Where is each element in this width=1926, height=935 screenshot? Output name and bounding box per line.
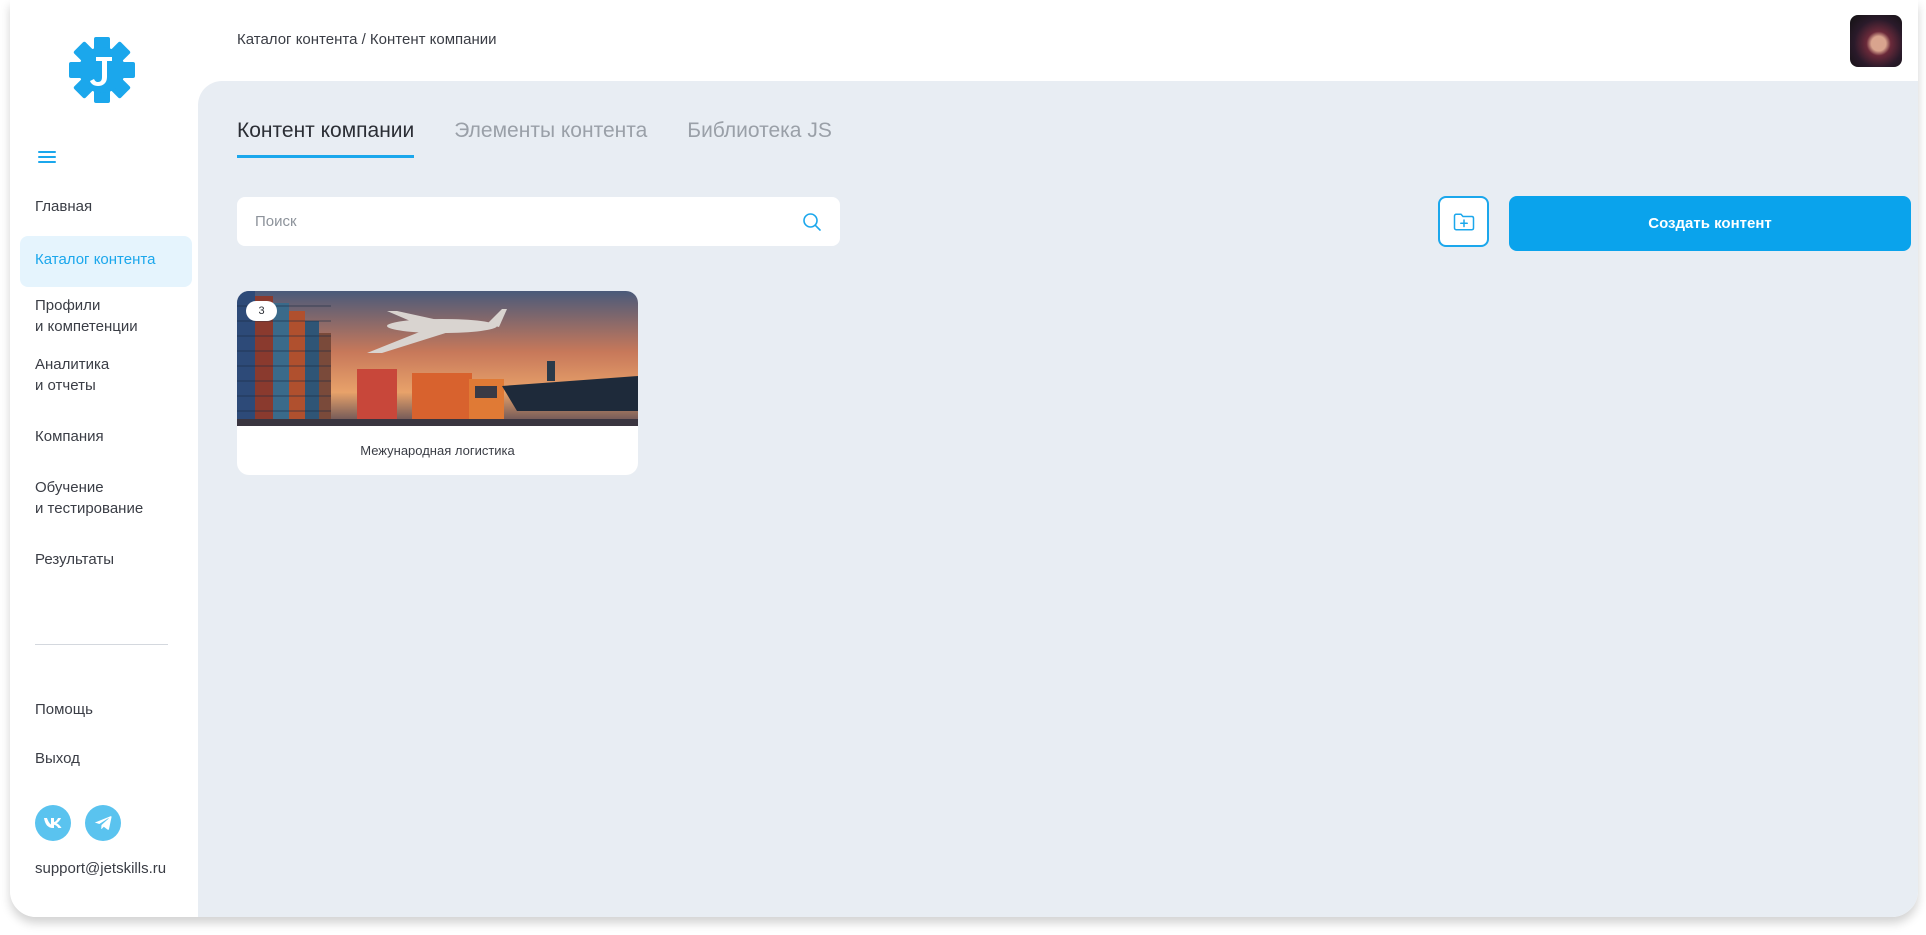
sidebar-item-profiles[interactable]: Профили и компетенции: [20, 295, 192, 337]
sidebar-item-results[interactable]: Результаты: [20, 549, 192, 570]
main-content: Контент компании Элементы контента Библи…: [198, 81, 1918, 917]
sidebar-item-label: Компания: [35, 428, 104, 445]
search-icon[interactable]: [802, 212, 822, 232]
sidebar-item-label: Каталог контента: [35, 251, 156, 268]
content-tabs: Контент компании Элементы контента Библи…: [237, 119, 832, 158]
sidebar-item-label: Аналитика: [35, 356, 110, 373]
sidebar-item-label: Профили: [35, 297, 101, 314]
sidebar-item-analytics[interactable]: Аналитика и отчеты: [20, 354, 192, 396]
create-content-button[interactable]: Создать контент: [1509, 196, 1911, 251]
menu-toggle-icon[interactable]: [38, 151, 56, 165]
card-count-badge: 3: [246, 301, 277, 321]
telegram-icon[interactable]: [85, 805, 121, 841]
search-input[interactable]: [255, 213, 802, 230]
search-box: [237, 197, 840, 246]
avatar[interactable]: [1850, 15, 1902, 67]
card-cover-image: 3: [237, 291, 638, 426]
tab-company-content[interactable]: Контент компании: [237, 119, 415, 158]
content-card[interactable]: 3 Межународная логистика: [237, 291, 638, 475]
sidebar-item-label: и тестирование: [35, 500, 144, 517]
sidebar-item-label: Обучение: [35, 479, 104, 496]
vk-icon[interactable]: [35, 805, 71, 841]
sidebar-item-label: и компетенции: [35, 318, 138, 335]
jetskills-logo[interactable]: [69, 37, 135, 103]
create-folder-button[interactable]: [1438, 196, 1489, 247]
folder-plus-icon: [1453, 213, 1474, 230]
breadcrumb: Каталог контента / Контент компании: [237, 31, 497, 48]
tab-js-library[interactable]: Библиотека JS: [687, 119, 832, 158]
card-title: Межународная логистика: [360, 443, 515, 458]
sidebar: Главная Каталог контента Профили и компе…: [10, 0, 198, 917]
help-link[interactable]: Помощь: [35, 701, 93, 718]
sidebar-item-content-catalog[interactable]: Каталог контента: [20, 236, 192, 287]
sidebar-item-home[interactable]: Главная: [20, 196, 192, 217]
logout-link[interactable]: Выход: [35, 750, 80, 767]
app-window: Главная Каталог контента Профили и компе…: [10, 0, 1918, 917]
support-email-link[interactable]: support@jetskills.ru: [35, 860, 166, 877]
sidebar-divider: [35, 644, 168, 645]
sidebar-nav: Главная Каталог контента Профили и компе…: [20, 192, 192, 570]
sidebar-item-label: Результаты: [35, 551, 114, 568]
tab-content-elements[interactable]: Элементы контента: [454, 119, 647, 158]
sidebar-item-company[interactable]: Компания: [20, 426, 192, 447]
sidebar-item-label: и отчеты: [35, 377, 96, 394]
sidebar-item-learning[interactable]: Обучение и тестирование: [20, 477, 192, 519]
sidebar-item-label: Главная: [35, 198, 93, 215]
